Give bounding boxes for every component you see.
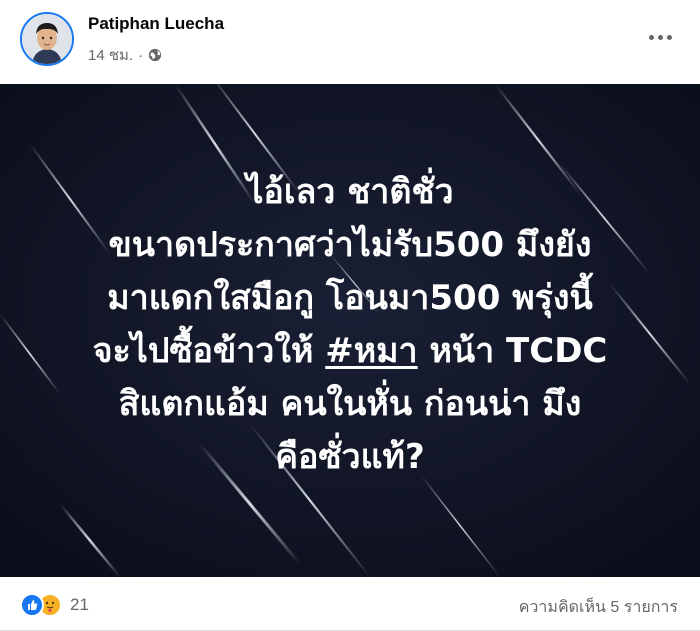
- post-meta: 14 ชม. ·: [88, 43, 162, 67]
- post-text-line: สิแตกแอ้ม คนในหั่น ก่อนน่า มึง: [118, 384, 582, 424]
- post-text-line: มาแดกใสมือกู โอนมา500 พรุ่งนี้: [107, 278, 593, 318]
- post-image[interactable]: ไอ้เลว ชาติชั่ว ขนาดประกาศว่าไม่รับ500 ม…: [0, 84, 700, 577]
- post-text-line: จะไปซื้อข้าวให้ #หมา หน้า TCDC: [0, 325, 700, 378]
- post-text-segment: จะไปซื้อข้าวให้: [92, 331, 326, 371]
- post-text-segment: หน้า TCDC: [417, 331, 608, 371]
- meta-separator: ·: [138, 46, 144, 64]
- post-image-text: ไอ้เลว ชาติชั่ว ขนาดประกาศว่าไม่รับ500 ม…: [0, 84, 700, 577]
- post-text-line: ไอ้เลว ชาติชั่ว: [246, 172, 454, 212]
- reactions-summary[interactable]: 21: [20, 593, 89, 617]
- post-timestamp[interactable]: 14 ชม.: [88, 43, 133, 67]
- hashtag: #หมา: [325, 331, 418, 371]
- reaction-count: 21: [70, 595, 89, 614]
- more-options-icon[interactable]: [642, 22, 678, 52]
- author-name[interactable]: Patiphan Luecha: [88, 14, 224, 34]
- more-dot: [666, 34, 672, 40]
- post-text-line: คือซั่วแท้?: [275, 437, 425, 477]
- avatar[interactable]: [20, 12, 74, 66]
- like-icon: [20, 593, 44, 617]
- profile-photo-icon: [22, 14, 72, 64]
- post-footer: 21 ความคิดเห็น 5 รายการ: [0, 577, 700, 631]
- globe-icon[interactable]: [148, 48, 162, 62]
- post-header: Patiphan Luecha 14 ชม. ·: [0, 0, 700, 84]
- more-dot: [657, 34, 663, 40]
- post-text-line: ขนาดประกาศว่าไม่รับ500 มึงยัง: [108, 225, 592, 265]
- comment-count-link[interactable]: ความคิดเห็น 5 รายการ: [519, 595, 678, 620]
- more-dot: [648, 34, 654, 40]
